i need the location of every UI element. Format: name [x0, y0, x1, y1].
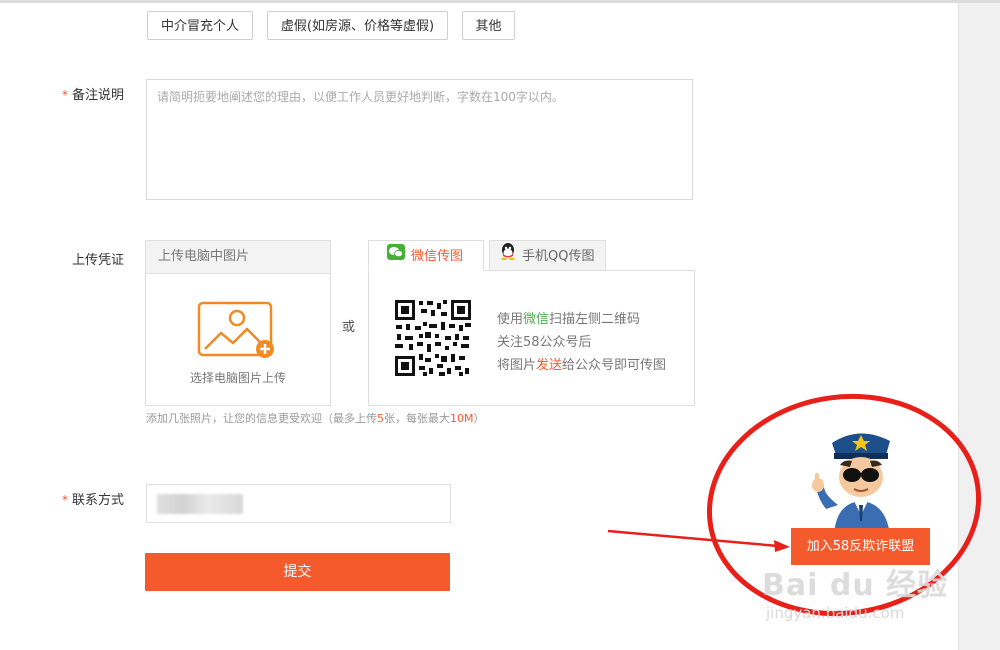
or-text: 或	[342, 320, 356, 335]
qr-instruction-2: 关注58公众号后	[497, 335, 592, 350]
baidu-watermark: Bai du 经验	[762, 568, 949, 603]
hint-e: ）	[473, 412, 485, 425]
remark-placeholder: 请简明扼要地阐述您的理由，以便工作人员更好地判断，字数在100字以内。	[157, 90, 564, 104]
baidu-watermark-url: jingyan.baidu.com	[766, 604, 905, 622]
contact-input[interactable]	[146, 484, 451, 523]
hint-c: 张，每张最大	[384, 412, 450, 425]
qr-line1-wechat: 微信	[523, 312, 550, 327]
qr-line1-c: 扫描左侧二维码	[549, 312, 641, 327]
contact-label: * 联系方式	[62, 489, 124, 508]
submit-button[interactable]: 提交	[145, 553, 450, 591]
qr-line1-a: 使用	[497, 312, 524, 327]
blurred-contact-value	[157, 494, 243, 514]
qq-penguin-icon	[500, 241, 516, 272]
top-border	[0, 0, 1000, 3]
reason-other-button[interactable]: 其他	[462, 11, 515, 40]
remark-textarea[interactable]: 请简明扼要地阐述您的理由，以便工作人员更好地判断，字数在100字以内。	[146, 79, 693, 200]
required-mark: *	[62, 88, 68, 102]
tab-wechat-label: 微信传图	[411, 249, 464, 264]
contact-label-text: 联系方式	[72, 493, 125, 508]
image-upload-icon[interactable]	[197, 301, 277, 365]
tab-qq-upload[interactable]: 手机QQ传图	[489, 240, 606, 271]
remark-label: * 备注说明	[62, 84, 124, 103]
wechat-upload-panel: 使用微信扫描左侧二维码 关注58公众号后 将图片发送给公众号即可传图	[368, 270, 695, 406]
qr-line3-a: 将图片	[497, 358, 537, 373]
upload-label: 上传凭证	[72, 253, 125, 268]
qr-line3-c: 给公众号即可传图	[562, 358, 667, 373]
tab-wechat-upload[interactable]: 微信传图	[368, 240, 484, 271]
tab-qq-label: 手机QQ传图	[522, 249, 595, 264]
upload-hint: 添加几张照片，让您的信息更受欢迎（最多上传5张，每张最大10M）	[146, 410, 485, 426]
reason-fake-button[interactable]: 虚假(如房源、价格等虚假)	[267, 11, 448, 40]
qr-instruction-1: 使用微信扫描左侧二维码	[497, 308, 640, 327]
remark-label-text: 备注说明	[72, 88, 125, 103]
pc-upload-tab[interactable]: 上传电脑中图片	[146, 241, 330, 274]
qr-line3-send: 发送	[536, 358, 563, 373]
hint-count: 5	[377, 412, 384, 425]
qr-code-image	[393, 298, 473, 378]
police-mascot-image	[812, 433, 890, 535]
pc-upload-box[interactable]: 上传电脑中图片 选择电脑图片上传	[145, 240, 331, 406]
qr-instruction-3: 将图片发送给公众号即可传图	[497, 354, 666, 373]
wechat-icon	[387, 241, 405, 272]
pc-upload-caption: 选择电脑图片上传	[189, 371, 286, 385]
reason-agent-button[interactable]: 中介冒充个人	[147, 11, 253, 40]
contact-required-mark: *	[62, 493, 68, 507]
hint-a: 添加几张照片，让您的信息更受欢迎（最多上传	[146, 412, 377, 425]
hint-size: 10M	[450, 412, 474, 425]
